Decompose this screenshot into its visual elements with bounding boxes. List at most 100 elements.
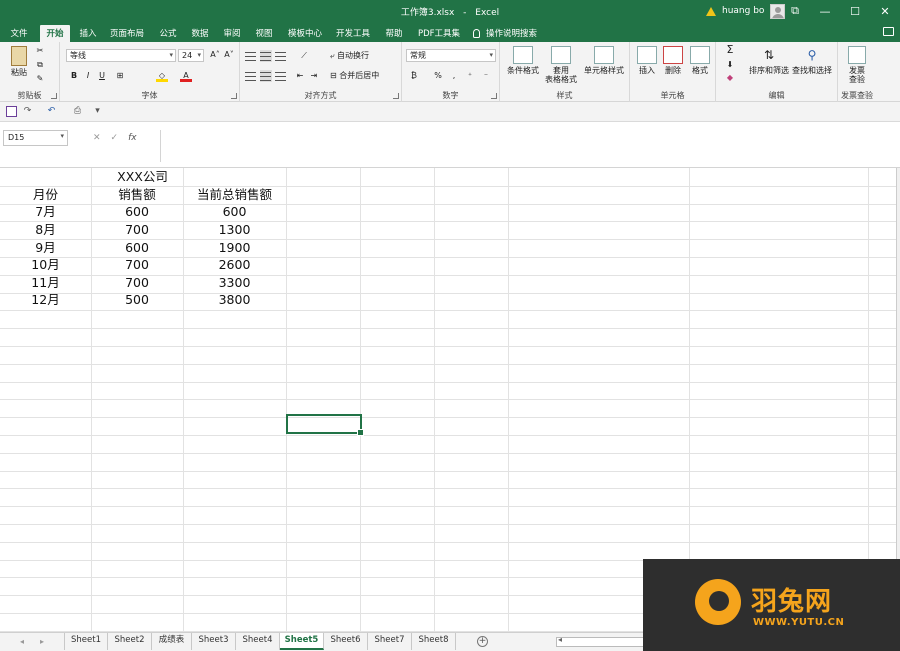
cell-sales[interactable]: 600	[91, 239, 183, 257]
undo-icon[interactable]: ↶	[46, 106, 57, 117]
sheet-tab-grades[interactable]: 成绩表	[152, 633, 192, 650]
cell-total[interactable]: 600	[183, 203, 286, 221]
tab-home[interactable]: 开始	[40, 25, 70, 42]
cell-month[interactable]: 8月	[0, 221, 91, 239]
header-month[interactable]: 月份	[0, 186, 91, 204]
tab-view[interactable]: 视图	[250, 25, 278, 42]
cell-month[interactable]: 10月	[0, 256, 91, 274]
user-name[interactable]: huang bo	[722, 6, 764, 16]
horizontal-scrollbar[interactable]	[556, 635, 646, 647]
bold-button[interactable]: B	[68, 70, 80, 82]
paste-button[interactable]: 粘贴	[6, 46, 32, 77]
number-format-select[interactable]: 常规	[406, 49, 496, 62]
cell-total[interactable]: 2600	[183, 256, 286, 274]
sheet-tab-sheet1[interactable]: Sheet1	[64, 633, 108, 650]
align-center-icon[interactable]	[260, 70, 272, 82]
cell-month[interactable]: 12月	[0, 291, 91, 309]
grow-font-button[interactable]: A˄	[208, 49, 222, 61]
align-top-icon[interactable]	[245, 50, 257, 62]
selected-cell-d15[interactable]	[286, 414, 364, 436]
next-sheet-icon[interactable]: ▸	[40, 637, 44, 646]
cell-sales[interactable]: 600	[91, 203, 183, 221]
percent-button[interactable]: %	[432, 70, 444, 82]
alignment-launcher-icon[interactable]	[393, 93, 399, 99]
cancel-icon[interactable]: ✕	[93, 133, 101, 143]
underline-button[interactable]: U	[96, 70, 108, 82]
autosum-button[interactable]: Σ	[724, 44, 736, 56]
align-middle-icon[interactable]	[260, 50, 272, 62]
cut-icon[interactable]: ✂	[34, 45, 46, 57]
increase-indent-icon[interactable]: ⇥	[308, 70, 320, 82]
decrease-decimal-icon[interactable]: ⁻	[480, 70, 492, 82]
cell-total[interactable]: 3800	[183, 291, 286, 309]
sheet-tab-sheet5[interactable]: Sheet5	[280, 633, 324, 650]
sheet-tab-sheet3[interactable]: Sheet3	[192, 633, 236, 650]
cell-sales[interactable]: 700	[91, 274, 183, 292]
cell-month[interactable]: 7月	[0, 203, 91, 221]
insert-cells-button[interactable]: 插入	[634, 46, 660, 75]
cell-total[interactable]: 3300	[183, 274, 286, 292]
merge-center-button[interactable]: ⊟ 合并后居中	[330, 71, 400, 80]
clipboard-launcher-icon[interactable]	[51, 93, 57, 99]
name-box[interactable]: D15	[3, 130, 68, 146]
touch-mode-icon[interactable]: ⎙	[72, 106, 83, 117]
sheet-tab-sheet4[interactable]: Sheet4	[236, 633, 280, 650]
user-area[interactable]: huang bo	[706, 3, 786, 19]
tab-review[interactable]: 审阅	[218, 25, 246, 42]
comma-button[interactable]: ,	[448, 70, 460, 82]
shrink-font-button[interactable]: A˅	[222, 49, 236, 61]
delete-cells-button[interactable]: 删除	[660, 46, 686, 75]
italic-button[interactable]: I	[82, 70, 94, 82]
font-size-select[interactable]: 24	[178, 49, 204, 62]
tab-insert[interactable]: 插入	[74, 25, 102, 42]
fill-icon[interactable]: ⬇	[724, 59, 736, 71]
number-launcher-icon[interactable]	[491, 93, 497, 99]
tab-page-layout[interactable]: 页面布局	[106, 25, 148, 42]
enter-icon[interactable]: ✓	[111, 133, 119, 143]
align-bottom-icon[interactable]	[275, 50, 287, 62]
tab-help[interactable]: 帮助	[380, 25, 408, 42]
format-cells-button[interactable]: 格式	[687, 46, 713, 75]
clear-icon[interactable]: ◆	[724, 72, 736, 84]
wrap-text-button[interactable]: ⤶ 自动换行	[330, 51, 400, 60]
header-total-sales[interactable]: 当前总销售额	[183, 186, 286, 204]
cell-month[interactable]: 9月	[0, 239, 91, 257]
decrease-indent-icon[interactable]: ⇤	[294, 70, 306, 82]
sheet-tab-sheet7[interactable]: Sheet7	[368, 633, 412, 650]
warning-icon[interactable]	[706, 6, 716, 16]
close-button[interactable]: ✕	[870, 0, 900, 22]
cell-company-title[interactable]: XXX公司	[91, 168, 194, 186]
maximize-button[interactable]: ☐	[840, 0, 870, 22]
currency-icon[interactable]: ₿	[408, 70, 420, 82]
border-icon[interactable]: ⊞	[114, 70, 126, 82]
copy-icon[interactable]: ⧉	[34, 59, 46, 71]
cell-total[interactable]: 1900	[183, 239, 286, 257]
increase-decimal-icon[interactable]: ⁺	[464, 70, 476, 82]
customize-qat-icon[interactable]: ▾	[92, 106, 103, 117]
sheet-tab-sheet6[interactable]: Sheet6	[324, 633, 368, 650]
tab-file[interactable]: 文件	[4, 25, 34, 42]
restore-ribbon-button[interactable]: ⧉	[780, 0, 810, 22]
comments-icon[interactable]	[883, 27, 894, 36]
cell-total[interactable]: 1300	[183, 221, 286, 239]
conditional-format-button[interactable]: 条件格式	[504, 46, 542, 75]
cell-sales[interactable]: 700	[91, 256, 183, 274]
font-launcher-icon[interactable]	[231, 93, 237, 99]
font-name-select[interactable]: 等线	[66, 49, 176, 62]
insert-function-icon[interactable]: fx	[128, 133, 137, 143]
tab-data[interactable]: 数据	[186, 25, 214, 42]
sheet-tab-sheet2[interactable]: Sheet2	[108, 633, 152, 650]
cell-month[interactable]: 11月	[0, 274, 91, 292]
tab-pdf-tools[interactable]: PDF工具集	[414, 25, 464, 42]
header-sales[interactable]: 销售额	[91, 186, 183, 204]
tab-developer[interactable]: 开发工具	[332, 25, 374, 42]
invoice-check-button[interactable]: 发票 查验	[842, 46, 872, 84]
save-icon[interactable]	[6, 106, 17, 117]
minimize-button[interactable]: —	[810, 0, 840, 22]
cell-sales[interactable]: 700	[91, 221, 183, 239]
format-as-table-button[interactable]: 套用 表格格式	[542, 46, 580, 84]
formula-input[interactable]	[160, 130, 896, 162]
sort-filter-button[interactable]: ⇅ 排序和筛选	[748, 46, 790, 75]
align-left-icon[interactable]	[245, 70, 257, 82]
prev-sheet-icon[interactable]: ◂	[20, 637, 24, 646]
